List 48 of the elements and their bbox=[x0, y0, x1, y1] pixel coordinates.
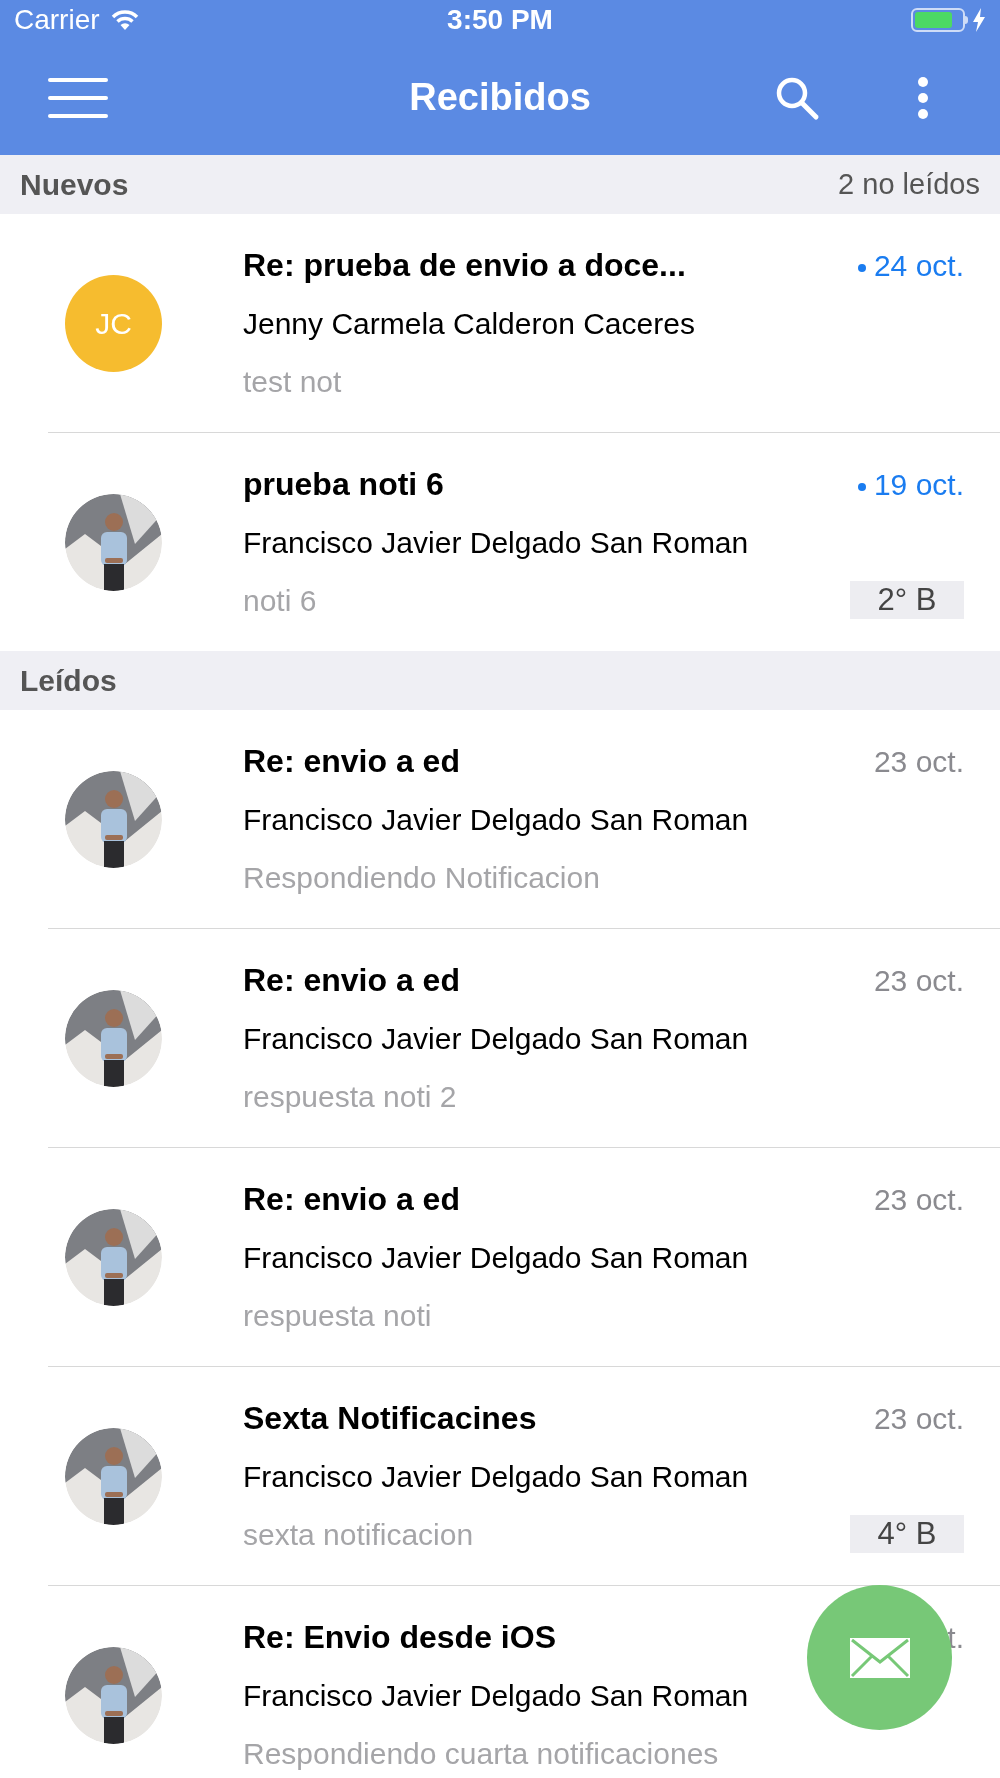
section-title: Leídos bbox=[20, 663, 117, 699]
sender-name: Francisco Javier Delgado San Roman bbox=[243, 1458, 750, 1495]
message-date: 24 oct. bbox=[857, 242, 964, 288]
message-preview: respuesta noti bbox=[243, 1297, 432, 1334]
sender-name: Francisco Javier Delgado San Roman bbox=[243, 1239, 750, 1276]
sender-name: Jenny Carmela Calderon Caceres bbox=[243, 305, 696, 342]
charging-icon bbox=[972, 8, 986, 32]
message-subject: prueba noti 6 bbox=[243, 465, 444, 504]
message-row[interactable]: Re: Envio desde iOS t. Francisco Javier Delgado San Roman Respondiendo cuarta notificaciones bbox=[0, 1586, 1000, 1778]
message-row[interactable]: Re: envio a ed 23 oct. Francisco Javier Delgado San Roman Respondiendo Notificacion bbox=[0, 710, 1000, 928]
sender-name: Francisco Javier Delgado San Roman bbox=[243, 801, 750, 838]
message-subject: Re: prueba de envio a doce... bbox=[243, 246, 686, 285]
message-subject: Sexta Notificacines bbox=[243, 1399, 537, 1438]
unread-count: 2 no leídos bbox=[838, 166, 980, 202]
message-subject: Re: envio a ed bbox=[243, 742, 460, 781]
battery-icon bbox=[911, 8, 968, 32]
message-date: 19 oct. bbox=[857, 461, 964, 507]
message-subject: Re: envio a ed bbox=[243, 1180, 460, 1219]
message-row[interactable]: Sexta Notificacines 23 oct. Francisco Javier Delgado San Roman sexta notificacion 4° B bbox=[0, 1367, 1000, 1585]
section-title: Nuevos bbox=[20, 167, 129, 203]
class-tag: 2° B bbox=[850, 581, 964, 619]
message-preview: noti 6 bbox=[243, 582, 317, 619]
envelope-icon bbox=[849, 1637, 910, 1678]
message-row[interactable]: JC Re: prueba de envio a doce... 24 oct. Jenny Carmela Calderon Caceres test not bbox=[0, 214, 1000, 432]
message-subject: Re: envio a ed bbox=[243, 961, 460, 1000]
message-date: t. bbox=[947, 1619, 964, 1656]
wifi-icon bbox=[109, 9, 140, 31]
clock-text: 3:50 PM bbox=[447, 3, 553, 37]
screen-title: Recibidos bbox=[409, 75, 591, 120]
message-preview: test not bbox=[243, 363, 342, 400]
message-row[interactable]: Re: envio a ed 23 oct. Francisco Javier Delgado San Roman respuesta noti 2 bbox=[0, 929, 1000, 1147]
message-preview: respuesta noti 2 bbox=[243, 1078, 457, 1115]
message-preview: Respondiendo cuarta notificaciones bbox=[243, 1735, 719, 1772]
message-row[interactable]: Re: envio a ed 23 oct. Francisco Javier Delgado San Roman respuesta noti bbox=[0, 1148, 1000, 1366]
message-date: 23 oct. bbox=[873, 743, 964, 780]
class-tag: 4° B bbox=[850, 1515, 964, 1553]
message-subject: Re: Envio desde iOS bbox=[243, 1618, 556, 1657]
message-date: 23 oct. bbox=[873, 1400, 964, 1437]
message-date: 23 oct. bbox=[873, 962, 964, 999]
carrier-text: Carrier bbox=[14, 3, 100, 37]
sender-name: Francisco Javier Delgado San Roman bbox=[243, 1677, 750, 1714]
message-preview: Respondiendo Notificacion bbox=[243, 859, 600, 896]
message-row[interactable]: prueba noti 6 19 oct. Francisco Javier Delgado San Roman noti 6 2° B bbox=[0, 433, 1000, 651]
sender-name: Francisco Javier Delgado San Roman bbox=[243, 1020, 750, 1057]
avatar: JC bbox=[65, 274, 162, 372]
message-date: 23 oct. bbox=[873, 1181, 964, 1218]
message-preview: sexta notificacion bbox=[243, 1516, 474, 1553]
sender-name: Francisco Javier Delgado San Roman bbox=[243, 524, 750, 561]
